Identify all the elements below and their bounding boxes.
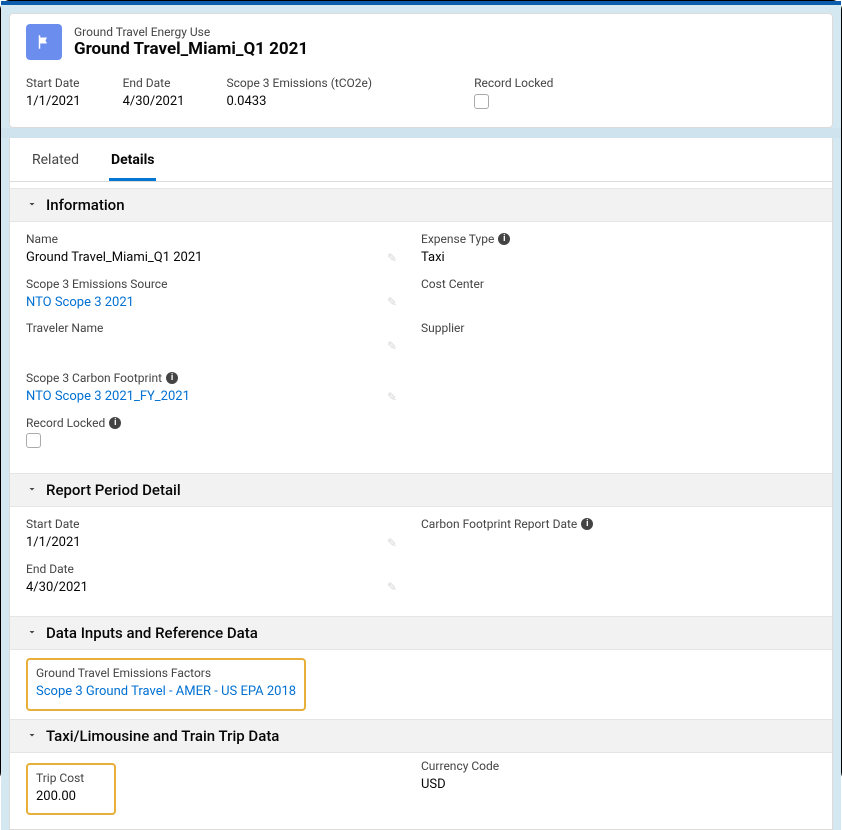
record-locked-checkbox xyxy=(26,433,41,448)
edit-pencil-icon[interactable]: ✎ xyxy=(387,390,397,404)
expense-type-value: Taxi xyxy=(421,249,796,267)
factors-link[interactable]: Scope 3 Ground Travel - AMER - US EPA 20… xyxy=(36,684,296,699)
cost-center-value xyxy=(421,294,796,311)
summary-scope3-value: 0.0433 xyxy=(226,94,372,109)
currency-label: Currency Code xyxy=(421,759,796,773)
footprint-link[interactable]: NTO Scope 3 2021_FY_2021 xyxy=(26,389,190,404)
factors-label: Ground Travel Emissions Factors xyxy=(36,666,296,680)
summary-start-date-value: 1/1/2021 xyxy=(26,94,81,109)
edit-pencil-icon[interactable]: ✎ xyxy=(387,339,397,353)
source-label: Scope 3 Emissions Source xyxy=(26,277,401,291)
chevron-down-icon xyxy=(26,196,38,214)
info-icon[interactable]: i xyxy=(581,518,593,530)
chevron-down-icon xyxy=(26,481,38,499)
summary-end-date-value: 4/30/2021 xyxy=(123,94,185,109)
flag-icon xyxy=(26,24,62,60)
name-label: Name xyxy=(26,232,401,246)
edit-pencil-icon[interactable]: ✎ xyxy=(387,295,397,309)
source-link[interactable]: NTO Scope 3 2021 xyxy=(26,295,134,310)
edit-pencil-icon[interactable]: ✎ xyxy=(387,536,397,550)
rp-start-date-label: Start Date xyxy=(26,517,401,531)
section-trip-data-title: Taxi/Limousine and Train Trip Data xyxy=(46,727,279,745)
tab-details[interactable]: Details xyxy=(109,138,157,181)
rp-start-date-value: 1/1/2021 xyxy=(26,534,401,552)
expense-type-label: Expense Type xyxy=(421,232,494,246)
section-information-header[interactable]: Information xyxy=(10,188,832,222)
cfr-date-label: Carbon Footprint Report Date xyxy=(421,517,577,531)
edit-pencil-icon[interactable]: ✎ xyxy=(387,580,397,594)
record-locked-label: Record Locked xyxy=(26,416,105,430)
supplier-value xyxy=(421,338,796,355)
chevron-down-icon xyxy=(26,727,38,745)
section-report-period-title: Report Period Detail xyxy=(46,481,181,499)
traveler-label: Traveler Name xyxy=(26,321,401,335)
summary-record-locked-checkbox xyxy=(474,94,489,109)
record-header: Ground Travel Energy Use Ground Travel_M… xyxy=(10,14,832,68)
summary-record-locked-label: Record Locked xyxy=(474,76,553,90)
summary-scope3-label: Scope 3 Emissions (tCO2e) xyxy=(226,76,372,90)
summary-start-date-label: Start Date xyxy=(26,76,81,90)
rp-end-date-value: 4/30/2021 xyxy=(26,579,401,597)
footprint-label: Scope 3 Carbon Footprint xyxy=(26,371,162,385)
info-icon[interactable]: i xyxy=(498,233,510,245)
info-icon[interactable]: i xyxy=(166,372,178,384)
cfr-date-value xyxy=(421,534,796,551)
record-title: Ground Travel_Miami_Q1 2021 xyxy=(74,39,308,59)
section-information-title: Information xyxy=(46,196,125,214)
section-trip-data-header[interactable]: Taxi/Limousine and Train Trip Data xyxy=(10,719,832,753)
rp-end-date-label: End Date xyxy=(26,562,401,576)
tab-bar: Related Details xyxy=(10,138,832,182)
info-icon[interactable]: i xyxy=(109,417,121,429)
traveler-value xyxy=(26,338,401,355)
section-data-inputs-title: Data Inputs and Reference Data xyxy=(46,624,258,642)
summary-end-date-label: End Date xyxy=(123,76,185,90)
record-type-label: Ground Travel Energy Use xyxy=(74,25,308,39)
section-report-period-header[interactable]: Report Period Detail xyxy=(10,473,832,507)
chevron-down-icon xyxy=(26,624,38,642)
edit-pencil-icon[interactable]: ✎ xyxy=(387,251,397,265)
name-value: Ground Travel_Miami_Q1 2021 xyxy=(26,249,401,267)
supplier-label: Supplier xyxy=(421,321,796,335)
section-data-inputs-header[interactable]: Data Inputs and Reference Data xyxy=(10,616,832,650)
cost-center-label: Cost Center xyxy=(421,277,796,291)
trip-cost-highlight: Trip Cost 200.00 xyxy=(26,763,116,816)
currency-value: USD xyxy=(421,776,796,794)
trip-cost-label: Trip Cost xyxy=(36,771,106,785)
emissions-factors-highlight: Ground Travel Emissions Factors Scope 3 … xyxy=(26,658,306,711)
trip-cost-value: 200.00 xyxy=(36,788,106,806)
summary-fields: Start Date 1/1/2021 End Date 4/30/2021 S… xyxy=(10,68,832,127)
tab-related[interactable]: Related xyxy=(30,138,81,181)
